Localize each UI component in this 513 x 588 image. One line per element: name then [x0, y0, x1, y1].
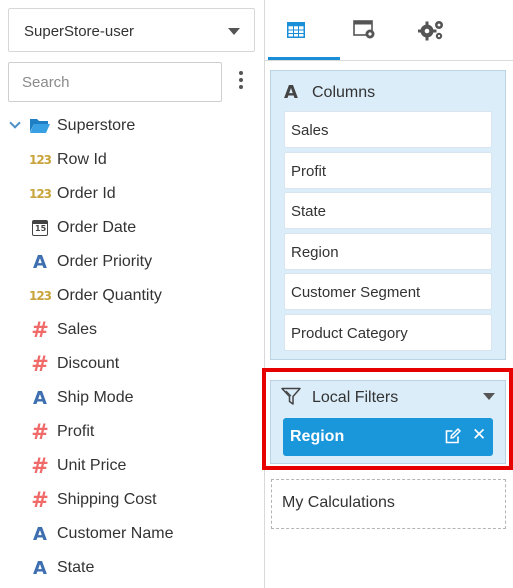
- field-label: Unit Price: [57, 457, 127, 474]
- field-item[interactable]: 123 Row Id: [28, 148, 260, 174]
- column-item[interactable]: Customer Segment: [284, 273, 492, 310]
- text-icon: A: [33, 387, 47, 409]
- field-item[interactable]: A State: [30, 556, 260, 582]
- column-item[interactable]: Profit: [284, 151, 492, 189]
- local-filters-shelf[interactable]: Local Filters Region ✕: [270, 380, 506, 464]
- close-icon[interactable]: ✕: [472, 425, 486, 445]
- tab-table[interactable]: [271, 10, 321, 50]
- numeric-icon: 123: [28, 153, 52, 167]
- field-item[interactable]: A Order Priority: [30, 250, 260, 276]
- field-label: Ship Mode: [57, 389, 134, 406]
- field-label: Discount: [57, 355, 120, 372]
- measure-icon: #: [31, 318, 49, 342]
- date-icon: 15: [30, 218, 50, 238]
- search-input[interactable]: Search: [8, 62, 222, 102]
- tab-separator: [265, 60, 513, 61]
- field-label: State: [57, 559, 95, 576]
- text-icon: A: [284, 82, 298, 103]
- tree-root-superstore[interactable]: Superstore: [8, 114, 248, 138]
- column-label: State: [291, 203, 327, 220]
- tab-bar: [265, 0, 513, 60]
- measure-icon: #: [31, 420, 49, 444]
- text-icon: A: [33, 251, 47, 273]
- field-label: Sales: [57, 321, 98, 338]
- window-gear-icon: [353, 20, 375, 39]
- field-item[interactable]: A Ship Mode: [30, 386, 260, 412]
- field-item[interactable]: # Unit Price: [30, 454, 260, 480]
- field-item[interactable]: # Profit: [30, 420, 260, 446]
- column-item[interactable]: Sales: [284, 111, 492, 148]
- field-item[interactable]: 15 Order Date: [30, 216, 260, 242]
- column-item[interactable]: Product Category: [284, 313, 492, 351]
- numeric-icon: 123: [28, 289, 52, 303]
- tree-root-label: Superstore: [57, 117, 136, 134]
- field-label: Order Id: [57, 185, 116, 202]
- folder-open-icon: [30, 119, 50, 133]
- filter-chip-label: Region: [290, 428, 345, 445]
- field-item[interactable]: # Discount: [30, 352, 260, 378]
- column-item[interactable]: State: [284, 192, 492, 229]
- field-label: Row Id: [57, 151, 107, 168]
- chevron-down-icon[interactable]: [9, 117, 21, 129]
- column-label: Product Category: [291, 324, 408, 342]
- data-panel: SuperStore-user Search Superstore 123 Row…: [0, 0, 264, 588]
- column-label: Customer Segment: [291, 284, 421, 301]
- datasource-label: SuperStore-user: [24, 23, 135, 40]
- local-filters-title: Local Filters: [312, 389, 399, 406]
- edit-icon[interactable]: [445, 428, 461, 444]
- field-item[interactable]: 123 Order Id: [28, 182, 260, 208]
- my-calculations-area[interactable]: My Calculations: [271, 479, 506, 529]
- column-item[interactable]: Region: [284, 232, 492, 270]
- caret-down-icon: [228, 28, 240, 35]
- numeric-icon: 123: [28, 187, 52, 201]
- field-label: Shipping Cost: [57, 491, 157, 508]
- caret-down-icon[interactable]: [483, 393, 495, 400]
- text-icon: A: [33, 523, 47, 545]
- field-label: Profit: [57, 423, 95, 440]
- measure-icon: #: [31, 454, 49, 478]
- measure-icon: #: [31, 488, 49, 512]
- properties-panel: A Columns Sales Profit State Region Customer…: [265, 0, 513, 588]
- more-options-icon[interactable]: [236, 71, 246, 93]
- field-item[interactable]: # Sales: [30, 318, 260, 344]
- tab-settings[interactable]: [407, 10, 457, 50]
- column-label: Sales: [291, 122, 329, 139]
- filter-icon: [281, 387, 301, 405]
- columns-title: Columns: [312, 84, 376, 101]
- field-item[interactable]: # Shipping Cost: [30, 488, 260, 514]
- columns-shelf[interactable]: A Columns Sales Profit State Region Customer…: [270, 70, 506, 360]
- gears-icon: [418, 21, 443, 41]
- field-label: Order Quantity: [57, 287, 162, 304]
- field-label: Order Priority: [57, 253, 153, 270]
- field-item[interactable]: 123 Order Quantity: [28, 284, 260, 310]
- search-placeholder: Search: [22, 74, 70, 91]
- tab-window-settings[interactable]: [340, 10, 390, 50]
- field-item[interactable]: A Customer Name: [30, 522, 260, 548]
- filter-chip-region[interactable]: Region ✕: [283, 418, 493, 456]
- column-label: Profit: [291, 162, 327, 180]
- column-label: Region: [291, 243, 339, 261]
- my-calculations-title: My Calculations: [282, 494, 395, 511]
- text-icon: A: [33, 557, 47, 579]
- field-label: Customer Name: [57, 525, 174, 542]
- field-label: Order Date: [57, 219, 137, 236]
- table-icon: [287, 22, 305, 38]
- datasource-dropdown[interactable]: SuperStore-user: [8, 8, 255, 52]
- measure-icon: #: [31, 352, 49, 376]
